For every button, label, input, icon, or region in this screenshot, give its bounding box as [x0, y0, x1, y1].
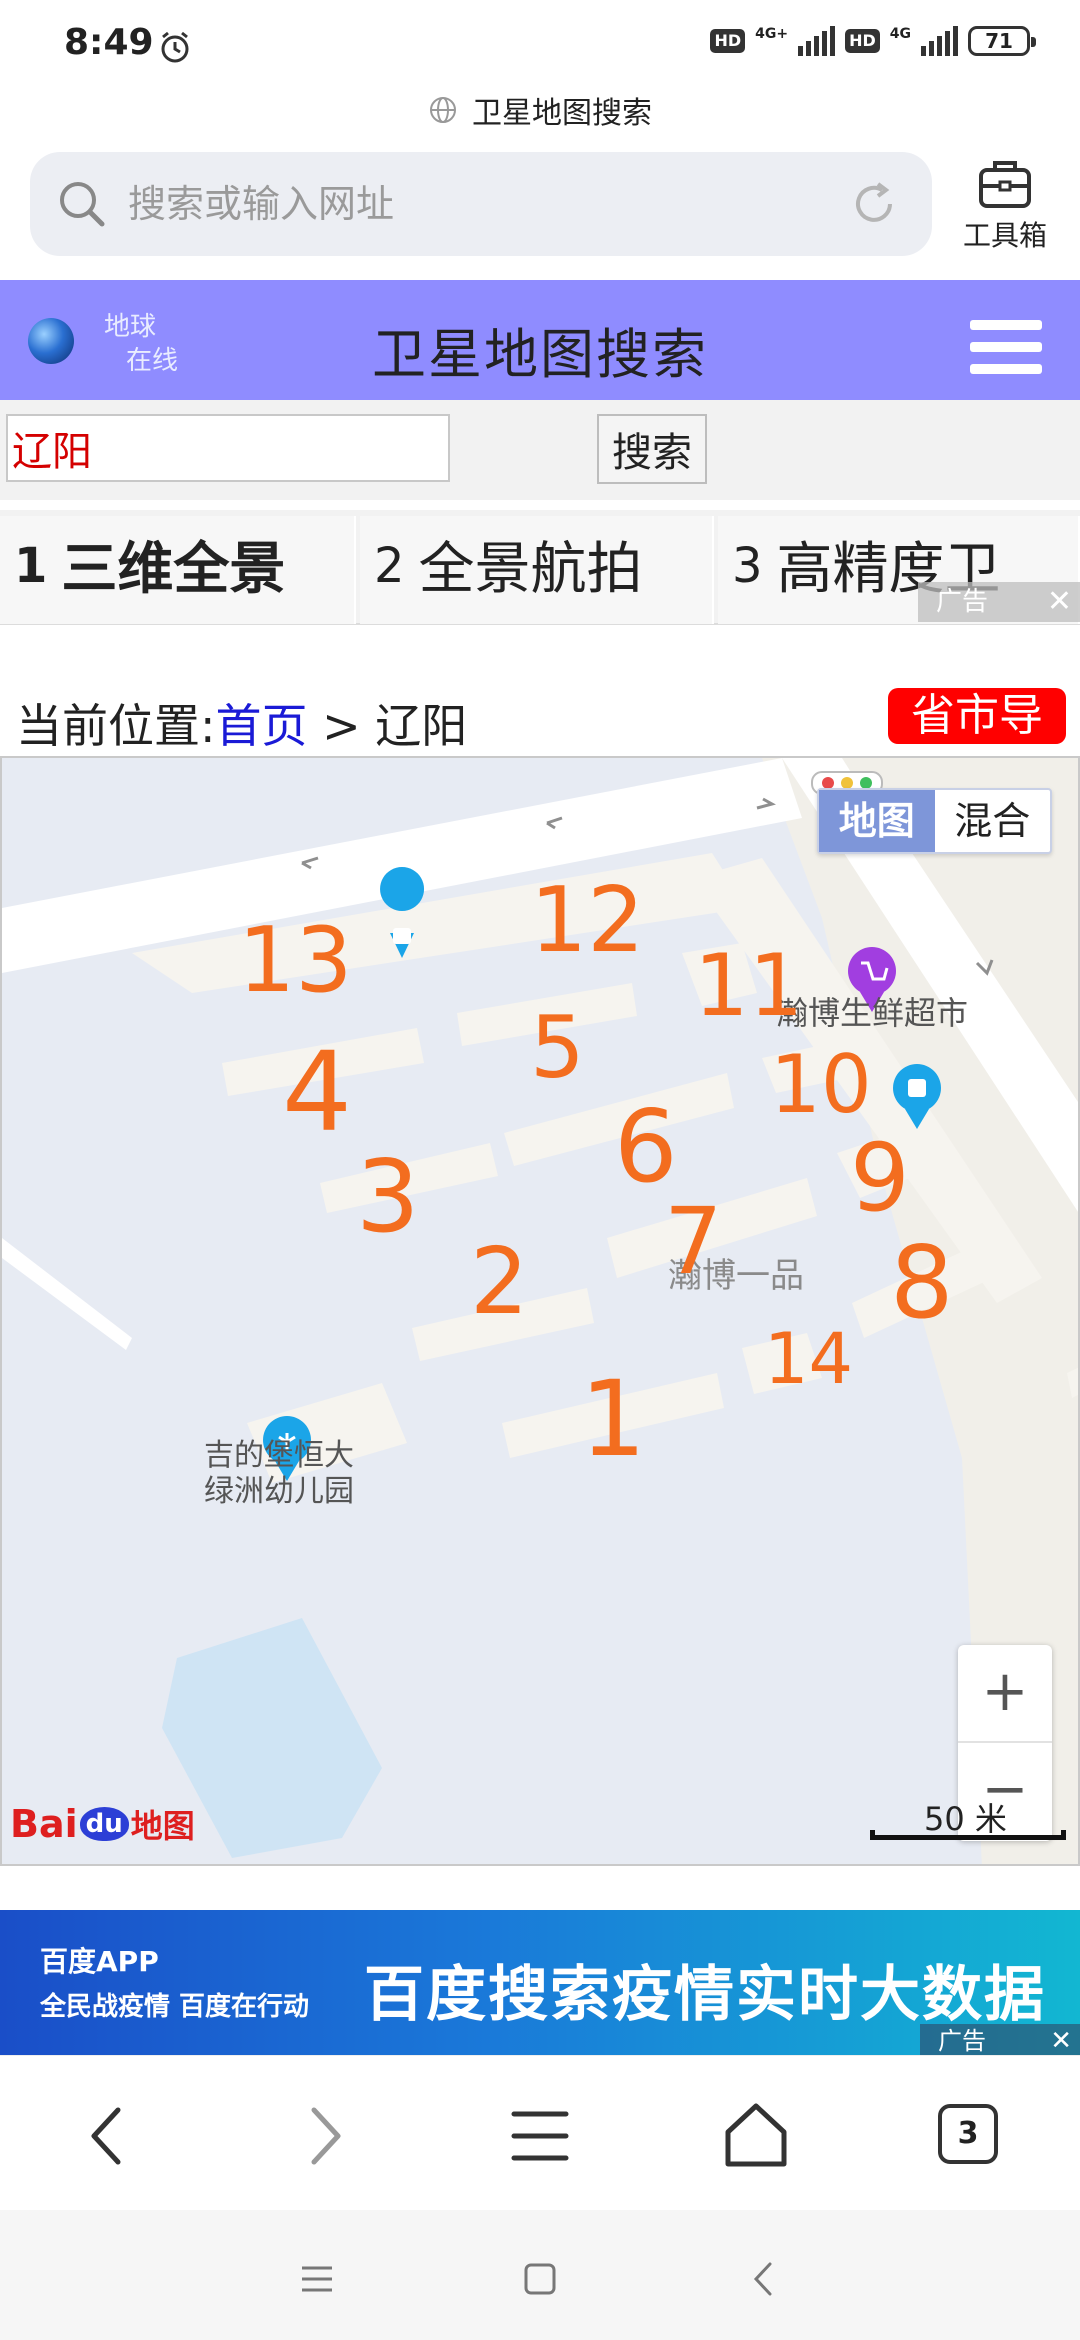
home-icon[interactable]: [716, 2096, 796, 2176]
map-annotation: 14: [764, 1318, 854, 1400]
search-icon: [60, 182, 105, 227]
forward-icon[interactable]: [284, 2096, 364, 2176]
map-annotation: 7: [664, 1188, 723, 1295]
hd-badge: HD: [845, 29, 880, 53]
map-annotation: 9: [850, 1124, 910, 1233]
map-annotation: 4: [282, 1028, 352, 1156]
breadcrumb: 当前位置:首页 > 辽阳: [16, 690, 467, 756]
search-button[interactable]: 搜索: [597, 414, 707, 484]
status-bar: 8:49 HD 4G+ HD 4G 71: [0, 0, 1080, 90]
page-title-row: 卫星地图搜索: [0, 88, 1080, 132]
toolbox-button[interactable]: 工具箱: [950, 150, 1060, 260]
menu-icon[interactable]: [970, 320, 1042, 374]
poi-label-kindergarten[interactable]: 吉的堡恒大 绿洲幼儿园: [204, 1438, 354, 1510]
breadcrumb-separator: >: [322, 699, 361, 753]
toolbox-label: 工具箱: [962, 219, 1047, 252]
map-view[interactable]: 瀚博生鲜超市 瀚博一品 吉的堡恒大 绿洲幼儿园 13 12 11 5 4 10 …: [0, 756, 1080, 1866]
city-search-input[interactable]: [6, 414, 450, 482]
home-icon[interactable]: [515, 2254, 565, 2304]
map-annotation: 12: [530, 868, 645, 973]
network-type-label: 4G: [889, 26, 911, 42]
battery-level: 71: [985, 29, 1013, 53]
ad-tag-label: 广告: [938, 2027, 986, 2055]
page-title: 卫星地图搜索: [472, 96, 652, 131]
ad-slogan: 全民战疫情 百度在行动: [40, 1992, 310, 2022]
status-time: 8:49: [64, 22, 154, 63]
globe-icon: [430, 97, 456, 123]
map-annotation: 2: [470, 1228, 529, 1335]
ad-brand: 百度APP: [40, 1945, 159, 1978]
status-icons: HD 4G+ HD 4G 71: [710, 26, 1036, 56]
poi-label-line: 吉的堡恒大: [204, 1438, 354, 1473]
tab-aerial-panorama[interactable]: 2 全景航拍: [360, 516, 714, 624]
site-title: 卫星地图搜索: [372, 323, 708, 386]
site-header: 地球 在线 卫星地图搜索: [0, 280, 1080, 400]
url-bar[interactable]: [30, 152, 932, 256]
reload-icon[interactable]: [846, 176, 902, 232]
tab-number: 3: [732, 538, 763, 594]
logo-text: 地图: [130, 1807, 195, 1845]
zoom-in-button[interactable]: +: [958, 1645, 1052, 1743]
tab-number: 1: [14, 538, 48, 594]
battery-icon: 71: [968, 26, 1036, 56]
map-annotation: 8: [890, 1224, 954, 1341]
close-icon[interactable]: ✕: [1050, 2024, 1072, 2055]
ad-tag-label: 广告: [936, 587, 989, 617]
ad-tag: 广告 ✕: [918, 582, 1080, 622]
breadcrumb-home-link[interactable]: 首页: [216, 699, 308, 753]
baidu-map-logo: Bai du 地图: [10, 1794, 195, 1854]
map-annotation: 11: [694, 936, 804, 1036]
hd-badge: HD: [710, 29, 746, 53]
signal-icon: [798, 26, 836, 56]
logo-text: Bai: [10, 1802, 78, 1846]
ad-banner[interactable]: 百度APP 全民战疫情 百度在行动 百度搜索疫情实时大数据 广告 ✕: [0, 1910, 1080, 2055]
back-icon[interactable]: [740, 2254, 790, 2304]
recent-apps-icon[interactable]: [292, 2254, 342, 2304]
map-annotation: 5: [530, 998, 585, 1098]
breadcrumb-prefix: 当前位置:: [16, 699, 216, 753]
poi-label-supermarket[interactable]: 瀚博生鲜超市: [776, 988, 968, 1034]
system-nav-bar: [0, 2210, 1080, 2340]
network-type-label: 4G+: [755, 26, 789, 42]
browser-nav-bar: 3: [0, 2055, 1080, 2210]
back-icon[interactable]: [68, 2096, 148, 2176]
tab-number: 2: [374, 538, 405, 594]
tabs-button[interactable]: 3: [930, 2096, 1010, 2176]
poi-label-line: 绿洲幼儿园: [204, 1474, 354, 1509]
map-annotation: 1: [580, 1358, 647, 1480]
tab-count: 3: [938, 2104, 998, 2164]
signal-icon: [921, 26, 958, 56]
map-scale: 50 米: [870, 1800, 1066, 1840]
map-type-switch: 地图 混合: [817, 788, 1052, 854]
close-icon[interactable]: ✕: [1047, 582, 1072, 622]
scale-line: [870, 1830, 1066, 1840]
toolbox-icon: [979, 161, 1031, 208]
province-nav-button[interactable]: 省市导: [888, 688, 1066, 744]
map-type-hybrid-button[interactable]: 混合: [935, 790, 1051, 852]
logo-paw: du: [79, 1807, 129, 1841]
map-type-map-button[interactable]: 地图: [819, 790, 935, 852]
map-annotation: 3: [356, 1138, 420, 1255]
tab-label: 三维全景: [61, 537, 286, 602]
tab-label: 全景航拍: [418, 537, 643, 602]
alarm-icon: [161, 31, 189, 63]
map-annotation: 13: [238, 908, 353, 1013]
tab-3d-panorama[interactable]: 1 三维全景: [0, 516, 356, 624]
search-row: 搜索: [0, 400, 1080, 500]
ad-tag: 广告 ✕: [920, 2024, 1080, 2055]
menu-icon[interactable]: [500, 2096, 580, 2176]
map-annotation: 10: [770, 1038, 872, 1131]
ad-headline: 百度搜索疫情实时大数据: [364, 1960, 1046, 2030]
url-input[interactable]: [128, 172, 828, 236]
breadcrumb-current: 辽阳: [375, 699, 468, 753]
